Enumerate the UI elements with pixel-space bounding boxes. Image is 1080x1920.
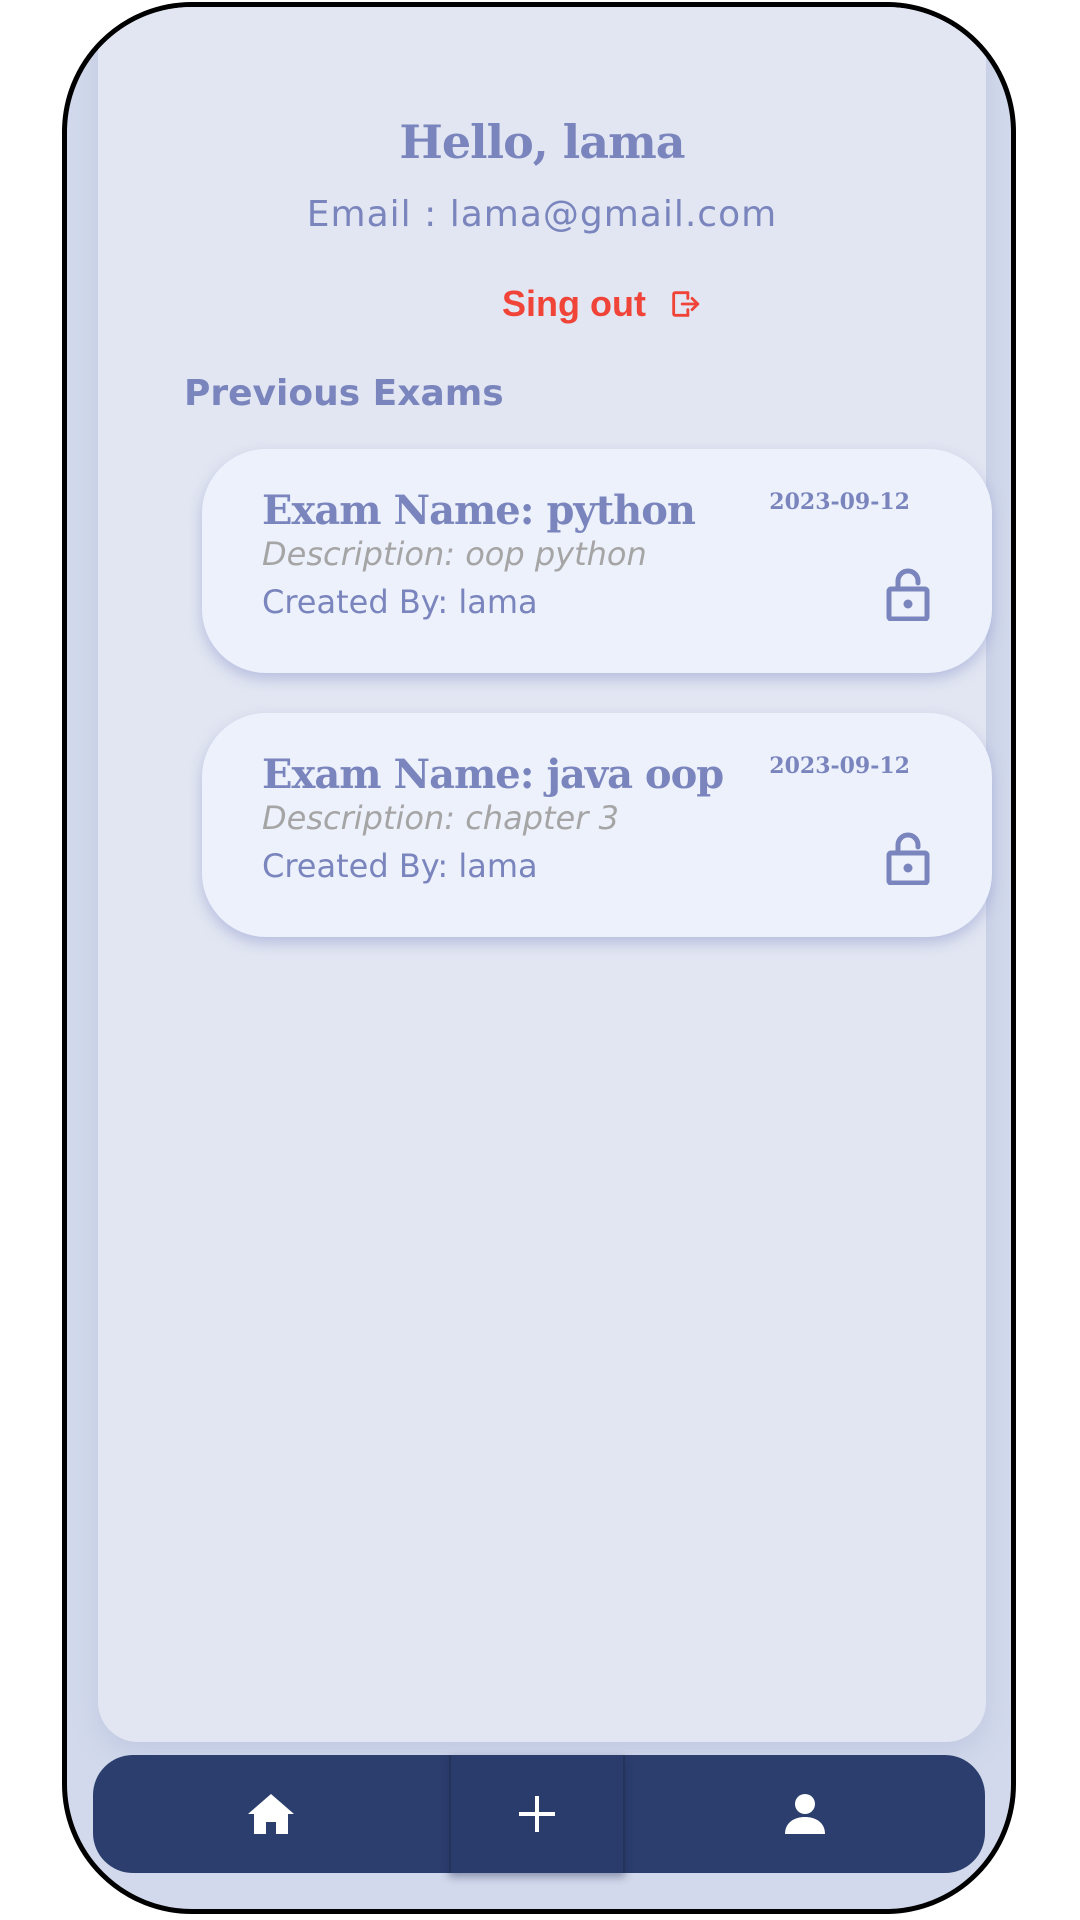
greeting-title: Hello, lama	[399, 115, 685, 169]
exam-date: 2023-09-12	[769, 489, 910, 515]
lock-icon[interactable]	[886, 831, 930, 885]
home-screen: Hello, lama Email : lama@gmail.com Sing …	[98, 7, 992, 1742]
bottom-nav	[93, 1755, 985, 1873]
signout-label: Sing out	[502, 283, 646, 324]
exam-description: Description: chapter 3	[262, 799, 619, 837]
signout-button[interactable]: Sing out	[502, 283, 702, 325]
plus-icon	[519, 1796, 555, 1832]
nav-add-button[interactable]	[449, 1755, 625, 1873]
nav-profile-button[interactable]	[625, 1755, 985, 1873]
exam-created-by: Created By: lama	[262, 583, 538, 621]
home-icon	[248, 1794, 294, 1834]
nav-home-button[interactable]	[93, 1755, 449, 1873]
previous-exams-title: Previous Exams	[184, 373, 504, 414]
phone-frame: Hello, lama Email : lama@gmail.com Sing …	[62, 2, 1016, 1914]
logout-icon	[672, 291, 700, 317]
user-email: Email : lama@gmail.com	[306, 194, 778, 235]
person-icon	[785, 1794, 825, 1834]
lock-icon[interactable]	[886, 567, 930, 621]
exam-card[interactable]: Exam Name: java oop Description: chapter…	[202, 713, 992, 937]
exam-name: Exam Name: python	[262, 487, 696, 534]
exam-created-by: Created By: lama	[262, 847, 538, 885]
exam-description: Description: oop python	[262, 535, 647, 573]
exam-card[interactable]: Exam Name: python Description: oop pytho…	[202, 449, 992, 673]
exam-name: Exam Name: java oop	[262, 751, 724, 798]
exam-date: 2023-09-12	[769, 753, 910, 779]
